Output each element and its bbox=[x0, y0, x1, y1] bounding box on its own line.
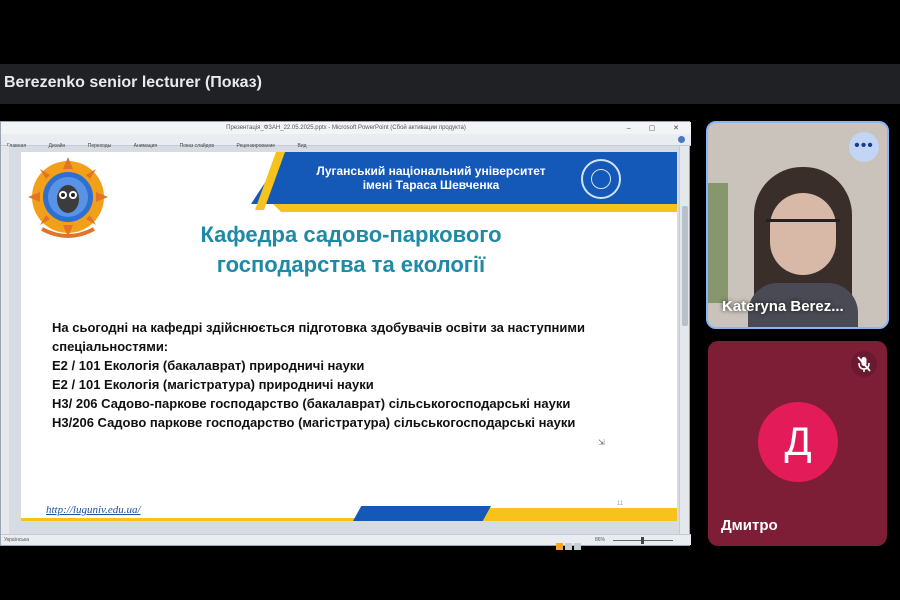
help-icon[interactable] bbox=[678, 136, 685, 143]
more-vert-icon: ••• bbox=[854, 137, 874, 154]
ribbon-tab-animation[interactable]: Анимация bbox=[134, 140, 157, 152]
avatar: Д bbox=[758, 402, 838, 482]
reading-view-icon[interactable] bbox=[574, 543, 581, 550]
zoom-slider-thumb[interactable] bbox=[641, 537, 644, 544]
presenter-bar: Berezenko senior lecturer (Показ) bbox=[0, 64, 900, 104]
background-plant bbox=[708, 183, 728, 303]
slide-body-line: спеціальностями: bbox=[52, 339, 169, 354]
zoom-slider[interactable] bbox=[613, 537, 673, 544]
scroll-thumb[interactable] bbox=[682, 206, 688, 326]
ribbon-tab-review[interactable]: Рецензирование bbox=[236, 140, 275, 152]
slide-title-line2: господарства та екології bbox=[216, 252, 486, 277]
footer-blue-band bbox=[353, 506, 491, 521]
slide-body-line: Е2 / 101 Екологія (магістратура) природн… bbox=[52, 377, 374, 392]
meet-window: Berezenko senior lecturer (Показ) Презен… bbox=[0, 0, 900, 600]
left-panel-scrollbar[interactable] bbox=[1, 146, 9, 536]
slide-body-line: На сьогодні на кафедрі здійснюється підг… bbox=[52, 320, 586, 335]
participant-glasses bbox=[766, 219, 840, 237]
seal-inner-ring bbox=[591, 169, 611, 189]
university-name-line1: Луганський національний університет bbox=[316, 164, 546, 178]
ppt-status-bar: Українська 86% bbox=[1, 534, 691, 550]
view-buttons bbox=[556, 537, 586, 550]
sorter-view-icon[interactable] bbox=[565, 543, 572, 550]
university-name-line2: імені Тараса Шевченка bbox=[362, 178, 500, 192]
ribbon-tab-view[interactable]: Вид bbox=[298, 140, 307, 152]
slide-body-line: Н3/ 206 Садово-паркове господарство (бак… bbox=[52, 396, 571, 411]
ppt-window-title: Презентація_ФЗАН_22.05.2025.pptx - Micro… bbox=[226, 125, 466, 131]
slide-header: Луганський національний університет імен… bbox=[21, 152, 677, 212]
normal-view-icon[interactable] bbox=[556, 543, 563, 550]
slide-body-line: Е2 / 101 Екологія (бакалаврат) природнич… bbox=[52, 358, 365, 373]
university-name: Луганський національний університет імен… bbox=[281, 164, 581, 192]
slide-title-line1: Кафедра садово-паркового bbox=[200, 222, 502, 247]
header-yellow-band bbox=[273, 204, 677, 212]
status-language: Українська bbox=[4, 537, 30, 543]
slide: Луганський національний університет імен… bbox=[21, 152, 677, 521]
vertical-scrollbar[interactable] bbox=[679, 146, 689, 536]
mic-off-icon bbox=[857, 356, 871, 372]
participant-name: Дмитро bbox=[721, 517, 778, 534]
department-logo-icon bbox=[28, 157, 108, 238]
university-seal-icon bbox=[581, 159, 621, 199]
slide-body: На сьогодні на кафедрі здійснюється підг… bbox=[52, 318, 652, 432]
mouse-cursor-icon: ⇲ bbox=[598, 438, 605, 447]
more-options-button[interactable]: ••• bbox=[849, 132, 879, 162]
ribbon-tab-home[interactable]: Главная bbox=[7, 140, 26, 152]
participant-name: Kateryna Berez... bbox=[722, 298, 844, 315]
slide-body-line: Н3/206 Садово паркове господарство (магі… bbox=[52, 415, 576, 430]
ppt-ribbon: Главная Дизайн Переходы Анимация Показ с… bbox=[1, 134, 691, 149]
ribbon-tab-slideshow[interactable]: Показ слайдов bbox=[180, 140, 214, 152]
presenter-title: Berezenko senior lecturer (Показ) bbox=[4, 74, 262, 91]
ribbon-tab-design[interactable]: Дизайн bbox=[48, 140, 65, 152]
mic-off-button[interactable] bbox=[851, 351, 877, 377]
ppt-title-bar: Презентація_ФЗАН_22.05.2025.pptx - Micro… bbox=[1, 122, 691, 134]
slide-number: 11 bbox=[617, 501, 624, 507]
zoom-level: 86% bbox=[595, 537, 606, 543]
footer-link[interactable]: http://luguniv.edu.ua/ bbox=[46, 504, 141, 516]
participant-tile-dmytro[interactable]: Д Дмитро bbox=[708, 341, 887, 546]
slide-title: Кафедра садово-паркового господарства та… bbox=[131, 220, 571, 280]
participant-tile-kateryna[interactable]: ••• Kateryna Berez... bbox=[706, 121, 889, 329]
ribbon-tab-transitions[interactable]: Переходы bbox=[88, 140, 111, 152]
